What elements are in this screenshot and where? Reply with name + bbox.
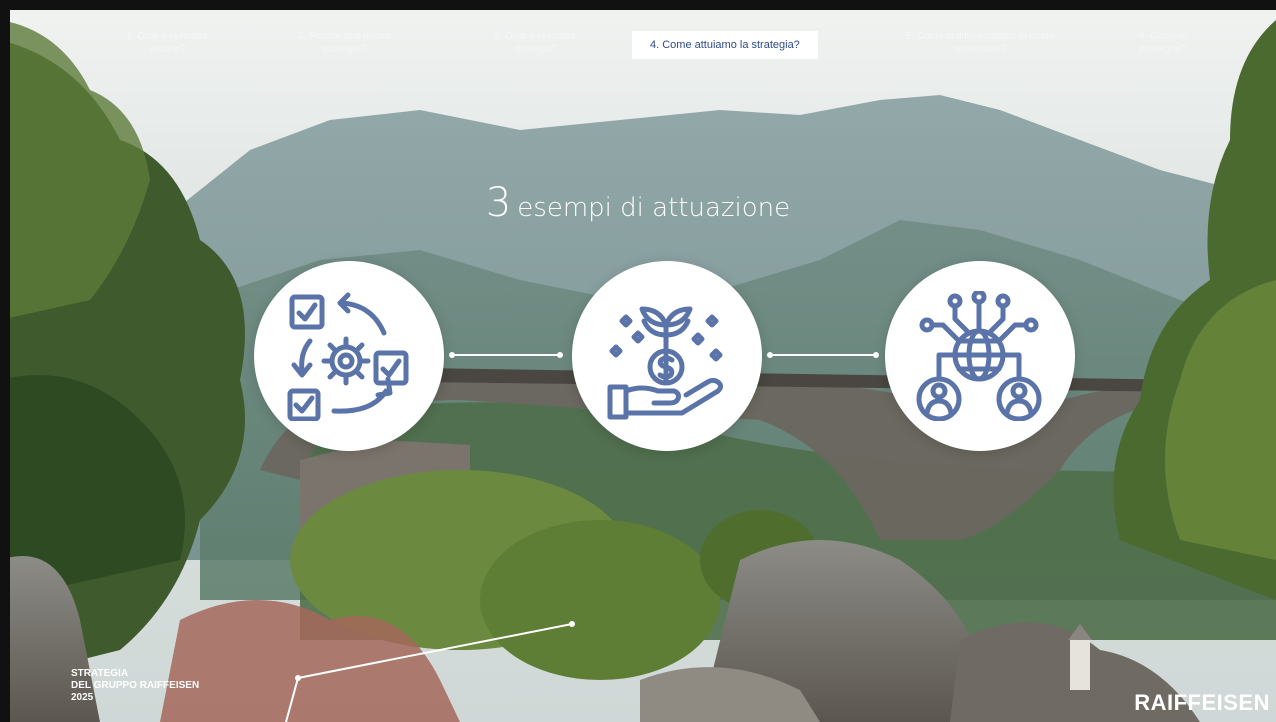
slide-title: 3 esempi di attuazione xyxy=(0,180,1276,226)
strategy-label-line-1: STRATEGIA xyxy=(71,668,129,679)
nav-item-6[interactable]: 6. Come si prosegue? xyxy=(1120,30,1206,56)
example-2-circle[interactable] xyxy=(572,261,762,451)
example-3-circle[interactable] xyxy=(885,261,1075,451)
connector-dot xyxy=(767,352,773,358)
process-cycle-icon xyxy=(287,292,409,421)
connector-dot xyxy=(557,352,563,358)
investment-growth-icon xyxy=(607,306,724,420)
title-text: esempi di attuazione xyxy=(517,193,791,223)
nav-item-3[interactable]: 3. Qual è la nostra strategia? xyxy=(475,30,595,56)
strategy-label: STRATEGIA DEL GRUPPO RAIFFEISEN 2025 xyxy=(71,668,199,704)
strategy-label-line-2: DEL GRUPPO RAIFFEISEN xyxy=(71,680,200,691)
slide: 1. Qual è la nostra visione? 2. Perché u… xyxy=(0,0,1276,722)
top-border xyxy=(0,0,1276,10)
raiffeisen-logo: RAIFFEISEN xyxy=(1134,690,1270,715)
left-border xyxy=(0,0,10,722)
connector-1-2 xyxy=(449,352,563,358)
strategy-label-line-3: 2025 xyxy=(71,692,94,703)
connector-dot xyxy=(449,352,455,358)
nav-item-1[interactable]: 1. Qual è la nostra visione? xyxy=(112,30,222,56)
title-number: 3 xyxy=(485,180,512,226)
nav-item-4-active[interactable]: 4. Come attuiamo la strategia? xyxy=(632,31,818,59)
chapter-navigation: 1. Qual è la nostra visione? 2. Perché u… xyxy=(0,24,1276,64)
nav-item-2[interactable]: 2. Perché una nuova strategia? xyxy=(282,30,407,56)
connector-dot xyxy=(873,352,879,358)
nav-item-5[interactable]: 5. Come ci differenziamo in modo sosteni… xyxy=(880,30,1080,56)
connector-2-3 xyxy=(767,352,879,358)
example-1-circle[interactable] xyxy=(254,261,444,451)
global-network-icon xyxy=(916,291,1042,421)
